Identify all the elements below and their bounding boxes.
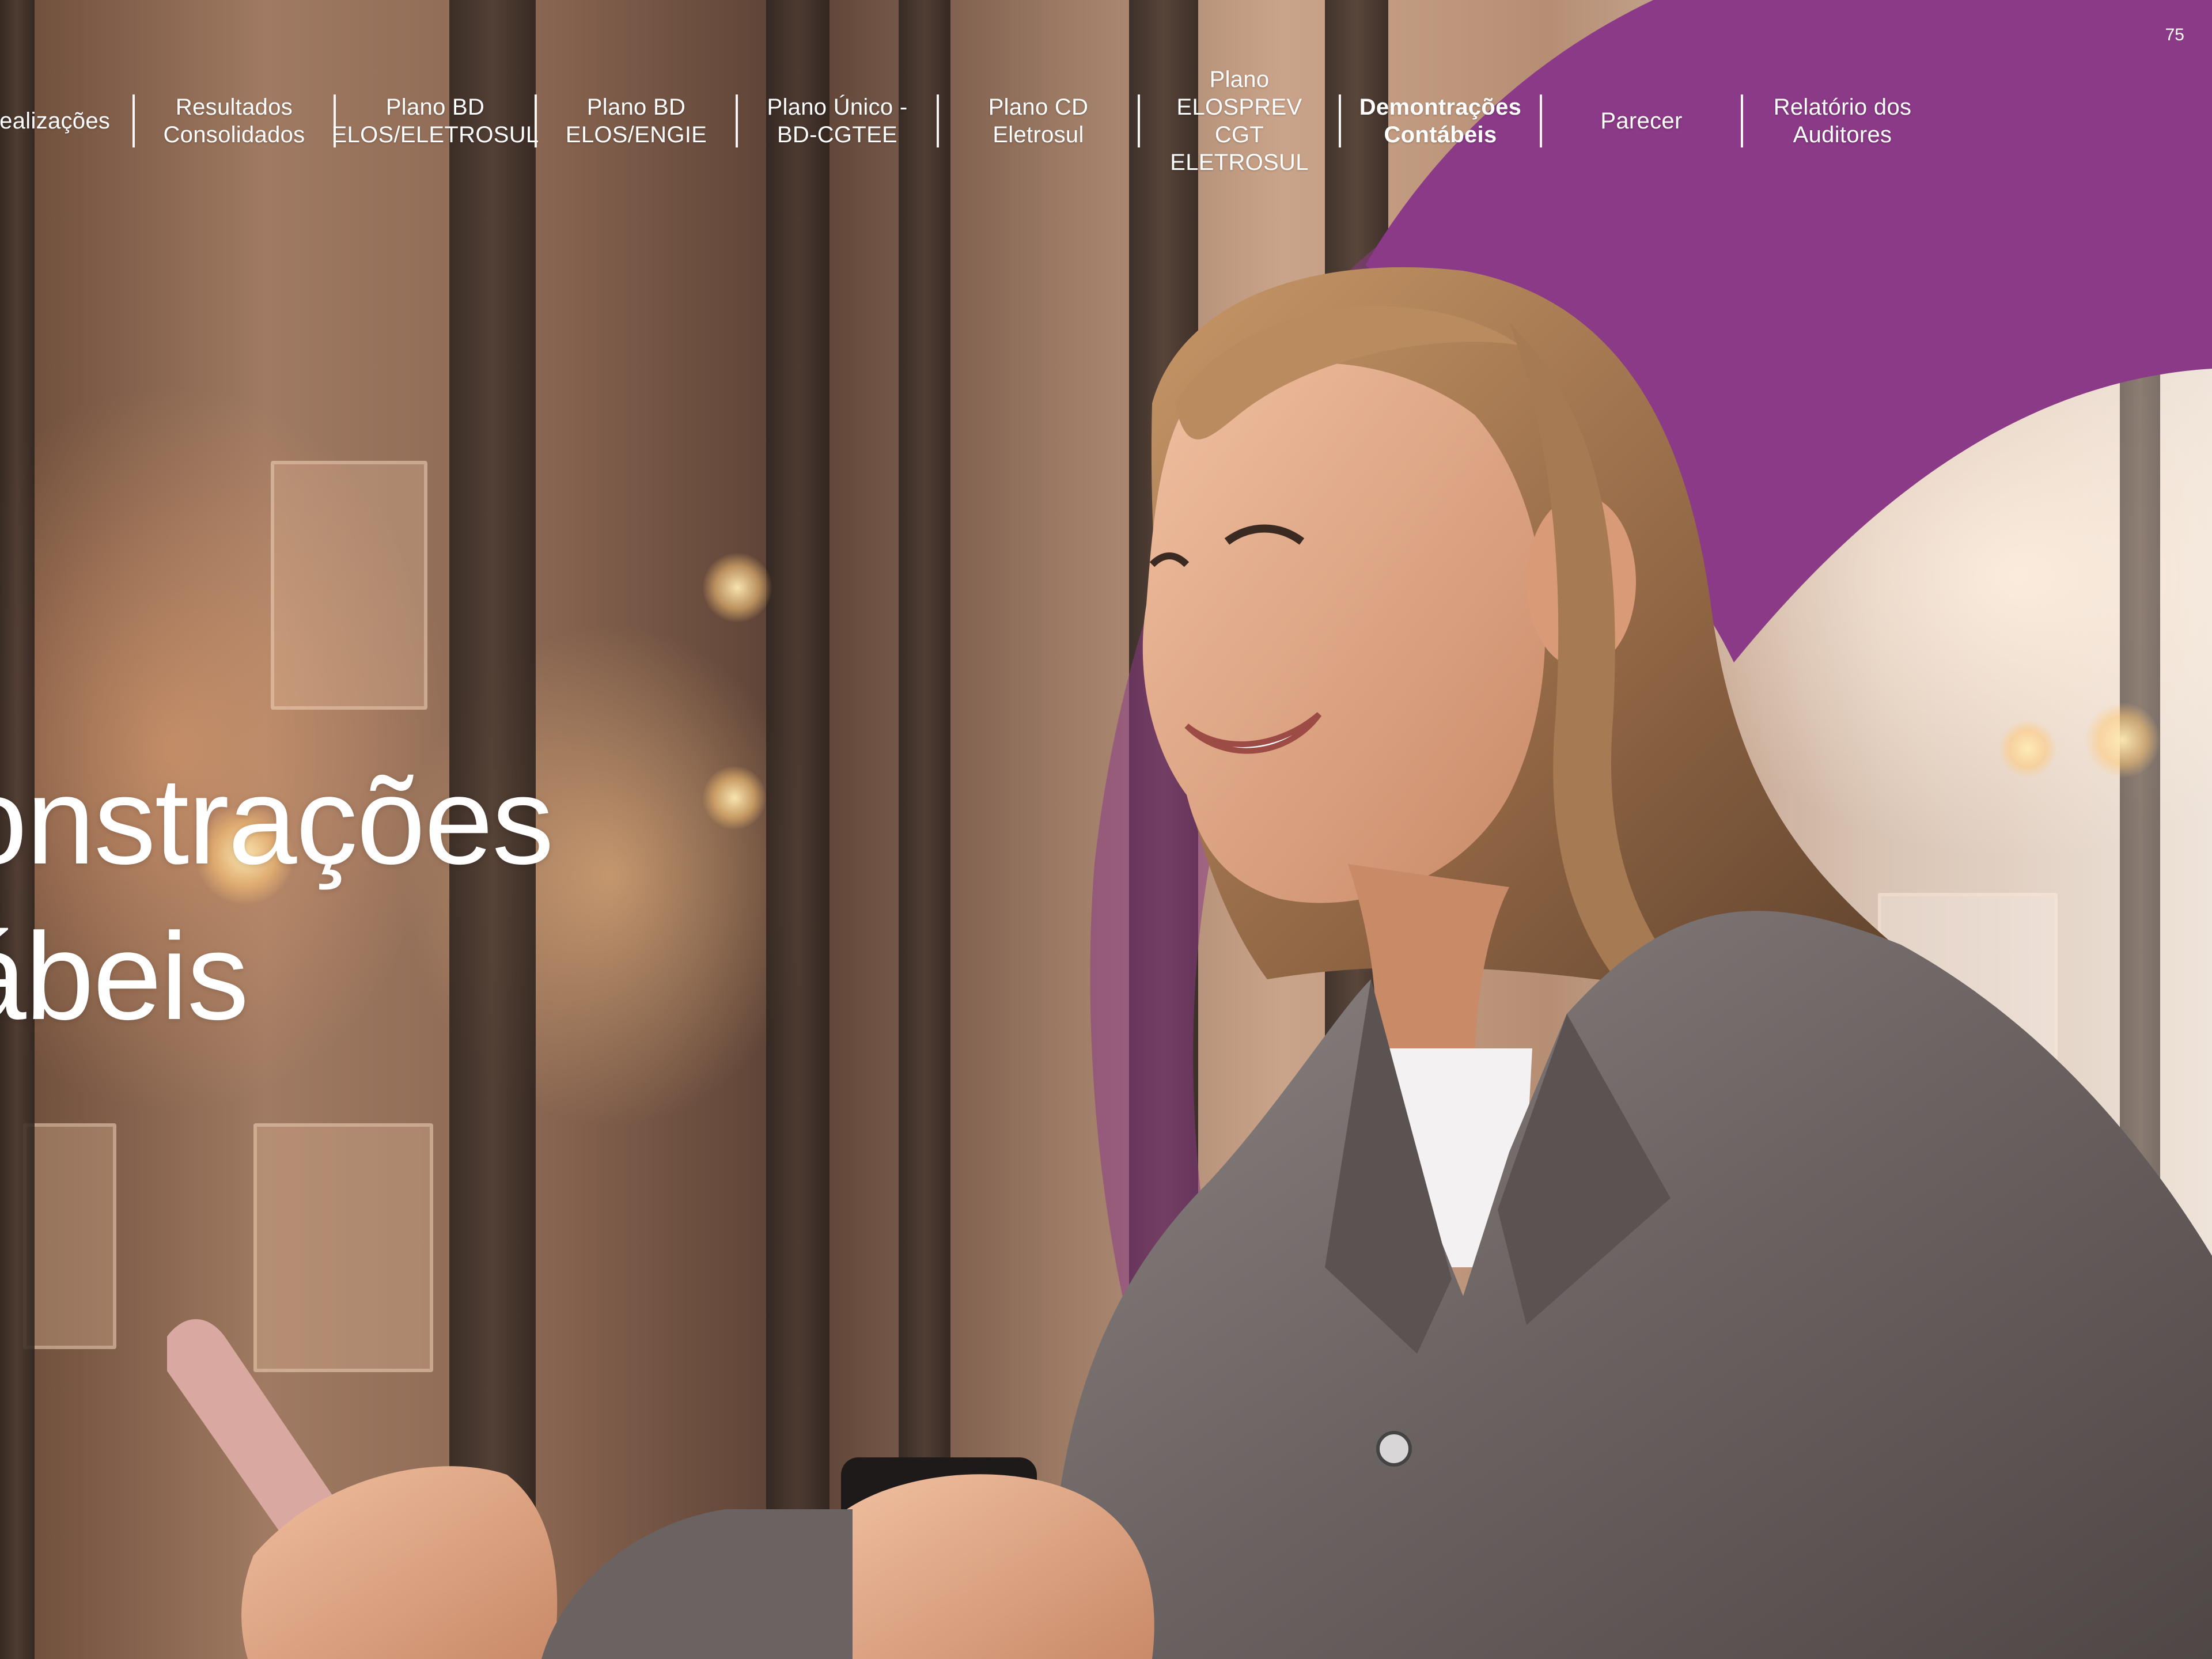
nav-item-realizacoes[interactable]: Realizações	[0, 86, 132, 156]
page-number: 75	[2165, 25, 2184, 44]
nav-item-plano-bd-elos-engie[interactable]: Plano BD ELOS/ENGIE	[537, 86, 736, 156]
nav-item-demonstracoes-contabeis[interactable]: Demontrações Contábeis	[1341, 86, 1540, 156]
nav-item-parecer[interactable]: Parecer	[1542, 86, 1741, 156]
nav-divider	[1741, 94, 1743, 147]
nav-item-plano-cd-eletrosul[interactable]: Plano CD Eletrosul	[939, 86, 1138, 156]
top-navigation: Realizações Resultados Consolidados Plan…	[0, 67, 1942, 175]
nav-divider	[1339, 94, 1341, 147]
nav-divider	[334, 94, 336, 147]
nav-divider	[1138, 94, 1140, 147]
nav-divider	[1540, 94, 1542, 147]
nav-item-plano-unico-bd-cgtee[interactable]: Plano Único - BD-CGTEE	[738, 86, 937, 156]
nav-item-plano-elosprev-cgt-eletrosul[interactable]: Plano ELOSPREV CGT ELETROSUL	[1140, 67, 1339, 175]
nav-item-plano-bd-elos-eletrosul[interactable]: Plano BD ELOS/ELETROSUL	[332, 86, 539, 156]
nav-divider	[132, 94, 135, 147]
nav-divider	[535, 94, 537, 147]
nav-item-relatorio-dos-auditores[interactable]: Relatório dos Auditores	[1743, 86, 1942, 156]
section-title: Demonstrações Contábeis	[0, 751, 554, 1046]
nav-divider	[736, 94, 738, 147]
report-page: 75 Realizações Resultados Consolidados P…	[0, 0, 2212, 1659]
nav-divider	[937, 94, 939, 147]
nav-item-resultados-consolidados[interactable]: Resultados Consolidados	[135, 86, 334, 156]
